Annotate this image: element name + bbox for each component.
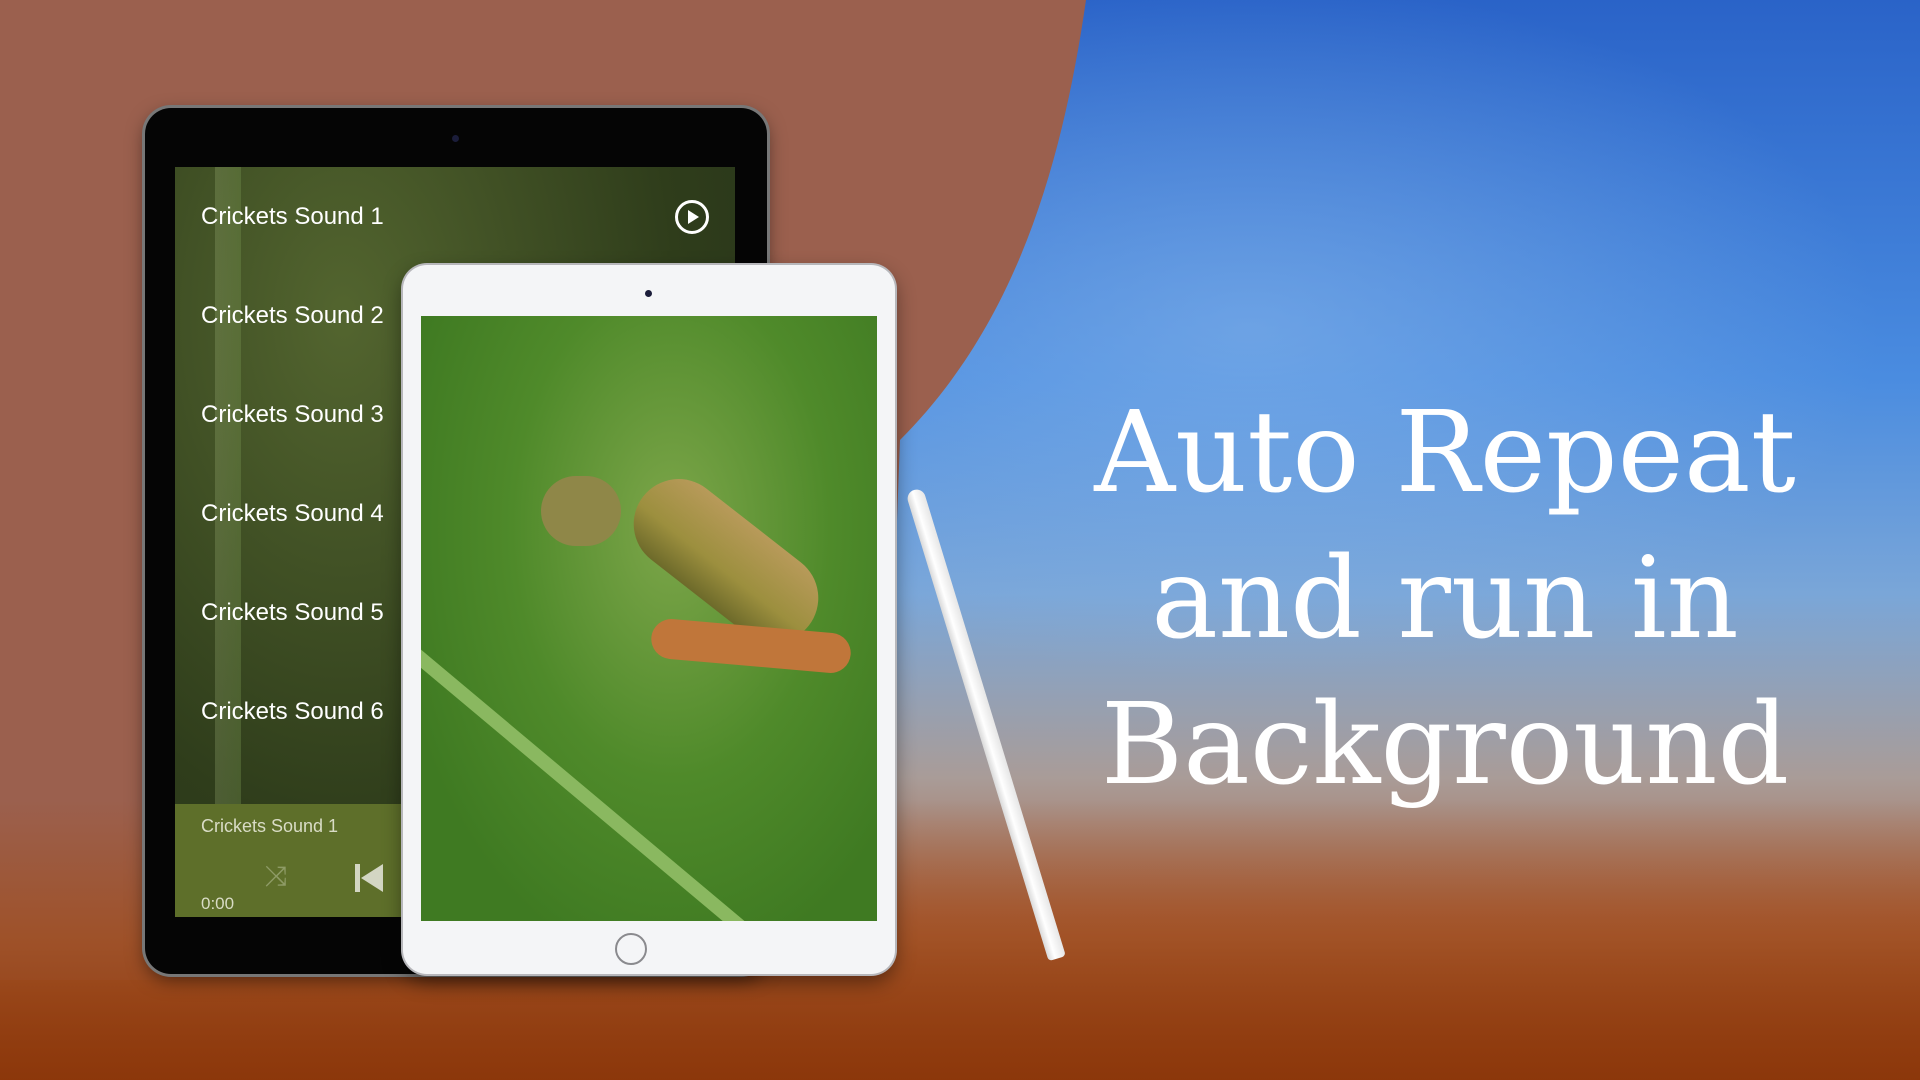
now-playing-title: Crickets Sound 1: [201, 816, 339, 836]
elapsed-time: 0:00: [201, 894, 235, 913]
headline: Auto Repeat and run in Background: [1055, 380, 1835, 818]
headline-line-2: and run in: [1151, 534, 1739, 664]
play-circle-icon[interactable]: [675, 200, 709, 234]
camera-dot: [645, 290, 652, 297]
cricket-wing: [649, 617, 853, 675]
headline-line-1: Auto Repeat: [1094, 388, 1796, 518]
cricket-head: [541, 476, 621, 546]
playlist-item[interactable]: Crickets Sound 1: [201, 203, 384, 231]
headline-line-3: Background: [1100, 680, 1790, 810]
ipad-white: [403, 265, 895, 974]
camera-dot: [452, 135, 459, 142]
playlist-item[interactable]: Crickets Sound 2: [201, 302, 384, 330]
playlist-item[interactable]: Crickets Sound 6: [201, 698, 384, 726]
playlist-item[interactable]: Crickets Sound 3: [201, 401, 384, 429]
shuffle-icon[interactable]: ⤨: [265, 860, 287, 893]
playlist-item[interactable]: Crickets Sound 5: [201, 599, 384, 627]
skip-previous-icon[interactable]: [355, 864, 385, 892]
cricket-photo: [421, 316, 877, 921]
playlist-item[interactable]: Crickets Sound 4: [201, 500, 384, 528]
home-button: [615, 933, 647, 965]
